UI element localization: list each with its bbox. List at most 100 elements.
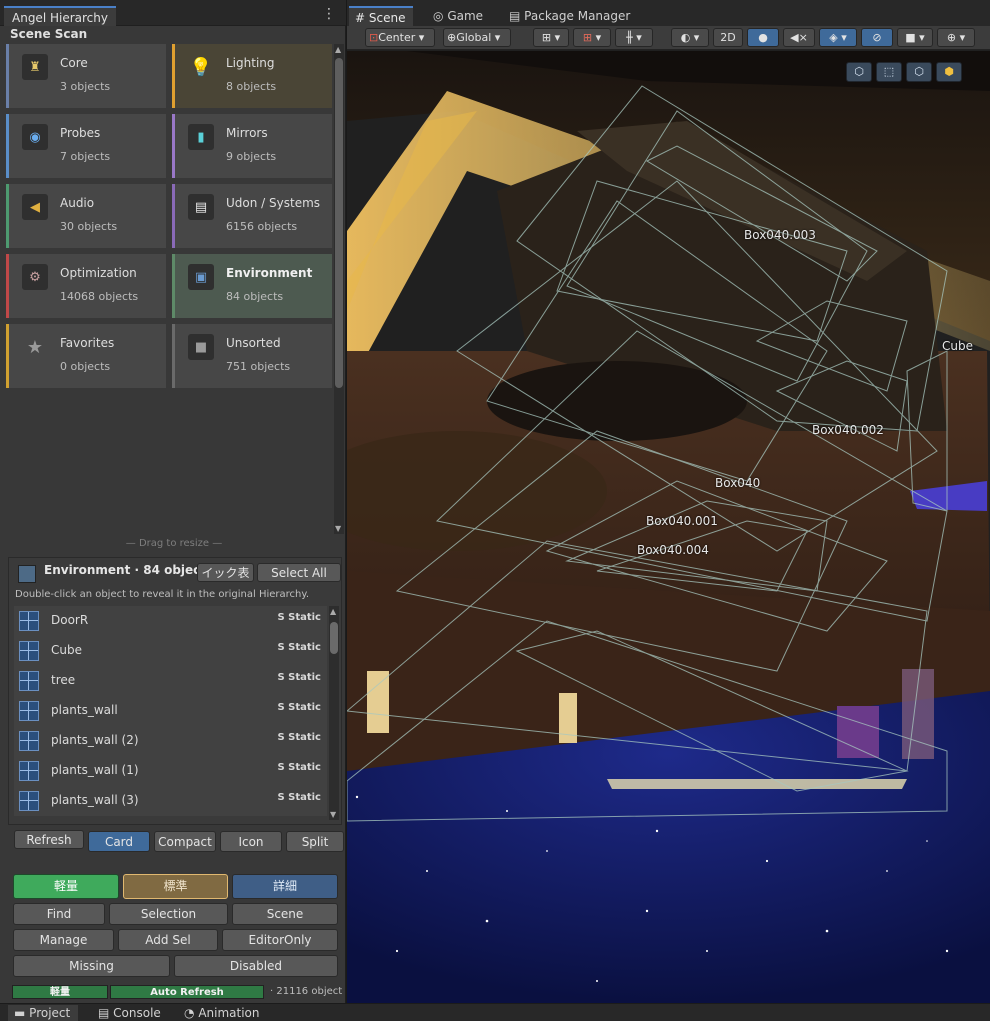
category-card-favorites[interactable]: ★ Favorites 0 objects: [6, 324, 166, 388]
shaded-cube-icon[interactable]: ⬢: [936, 62, 962, 82]
scroll-up-icon[interactable]: ▲: [330, 607, 336, 616]
category-count: 3 objects: [60, 80, 111, 93]
tab-console[interactable]: ▤ Console: [92, 1005, 169, 1021]
scrollbar-thumb[interactable]: [335, 58, 343, 388]
refresh-button[interactable]: Refresh: [14, 830, 84, 849]
scroll-up-icon[interactable]: ▲: [335, 45, 341, 54]
visibility-toggle[interactable]: ⊘: [861, 28, 893, 47]
scroll-down-icon[interactable]: ▼: [330, 810, 336, 819]
tab-label: Game: [447, 9, 484, 23]
space-dropdown[interactable]: ⊕Global ▾: [443, 28, 511, 47]
category-name: Optimization: [60, 266, 137, 280]
category-name: Unsorted: [226, 336, 281, 350]
audio-toggle[interactable]: ◀×: [783, 28, 815, 47]
object-label[interactable]: Cube: [942, 339, 973, 353]
category-card-unsorted[interactable]: ■ Unsorted 751 objects: [172, 324, 332, 388]
object-list-scrollbar[interactable]: ▲ ▼: [329, 606, 339, 820]
lighting-toggle[interactable]: ●: [747, 28, 779, 47]
editor-only-button[interactable]: EditorOnly: [222, 929, 338, 951]
cube-view-icon[interactable]: ⬡: [846, 62, 872, 82]
tab-project[interactable]: ▬ Project: [8, 1005, 79, 1021]
grid-snap-button[interactable]: ⊞ ▾: [533, 28, 569, 47]
tab-angel-hierarchy[interactable]: Angel Hierarchy: [4, 6, 116, 26]
list-item[interactable]: plants_wall S Static: [14, 696, 327, 726]
object-label[interactable]: Box040.004: [637, 543, 709, 557]
pivot-dropdown[interactable]: ⊡Center ▾: [365, 28, 435, 47]
light-mode-button[interactable]: 軽量: [13, 874, 119, 899]
toggle-2d-button[interactable]: 2D: [713, 28, 743, 47]
list-item[interactable]: plants_wall (3) S Static: [14, 786, 327, 816]
disabled-button[interactable]: Disabled: [174, 955, 338, 977]
compact-view-button[interactable]: Compact: [154, 831, 216, 852]
category-count: 30 objects: [60, 220, 118, 233]
category-count: 9 objects: [226, 150, 277, 163]
category-card-lighting[interactable]: 💡 Lighting 8 objects: [172, 44, 332, 108]
clock-icon: ◔: [184, 1006, 195, 1020]
list-item[interactable]: tree S Static: [14, 666, 327, 696]
category-name: Lighting: [226, 56, 275, 70]
standard-mode-button[interactable]: 標準: [123, 874, 228, 899]
list-item[interactable]: plants_wall (1) S Static: [14, 756, 327, 786]
object-name: Cube: [51, 643, 82, 657]
tab-animation[interactable]: ◔ Animation: [178, 1005, 268, 1021]
object-label[interactable]: Box040.001: [646, 514, 718, 528]
environment-icon: ▣: [188, 264, 214, 290]
resize-handle[interactable]: — Drag to resize —: [6, 538, 342, 549]
category-card-core[interactable]: ♜ Core 3 objects: [6, 44, 166, 108]
shading-dropdown[interactable]: ◐ ▾: [671, 28, 709, 47]
object-label[interactable]: Box040: [715, 476, 760, 490]
tab-scene[interactable]: # Scene: [349, 6, 414, 26]
add-selection-button[interactable]: Add Sel: [118, 929, 218, 951]
scroll-down-icon[interactable]: ▼: [335, 524, 341, 533]
more-options-icon[interactable]: ⋮: [322, 6, 336, 22]
effects-dropdown[interactable]: ◈ ▾: [819, 28, 857, 47]
ruler-button[interactable]: ╫ ▾: [615, 28, 653, 47]
tab-label: Scene: [368, 11, 406, 25]
category-count: 0 objects: [60, 360, 111, 373]
grid-icon: #: [355, 11, 366, 25]
auto-refresh-toggle[interactable]: Auto Refresh: [110, 985, 264, 999]
scrollbar-thumb[interactable]: [330, 622, 338, 654]
increment-snap-button[interactable]: ⊞ ▾: [573, 28, 611, 47]
rect-tool-icon[interactable]: ⬚: [876, 62, 902, 82]
object-label[interactable]: Box040.003: [744, 228, 816, 242]
category-card-mirrors[interactable]: ▮ Mirrors 9 objects: [172, 114, 332, 178]
tab-game[interactable]: ◎ Game: [427, 6, 491, 26]
camera-dropdown[interactable]: ■ ▾: [897, 28, 933, 47]
category-card-environment[interactable]: ▣ Environment 84 objects: [172, 254, 332, 318]
gizmos-dropdown[interactable]: ⊕ ▾: [937, 28, 975, 47]
scene-button[interactable]: Scene: [232, 903, 338, 925]
list-item[interactable]: Cube S Static: [14, 636, 327, 666]
icon-view-button[interactable]: Icon: [220, 831, 282, 852]
category-card-audio[interactable]: ◀ Audio 30 objects: [6, 184, 166, 248]
split-view-button[interactable]: Split: [286, 831, 344, 852]
find-button[interactable]: Find: [13, 903, 105, 925]
manage-button[interactable]: Manage: [13, 929, 114, 951]
category-name: Probes: [60, 126, 101, 140]
select-all-button[interactable]: Select All: [257, 563, 341, 582]
view-toggle-button[interactable]: イック表: [197, 563, 254, 582]
missing-button[interactable]: Missing: [13, 955, 170, 977]
object-label[interactable]: Box040.002: [812, 423, 884, 437]
package-icon: ▤: [509, 9, 521, 23]
cards-scrollbar[interactable]: ▲ ▼: [334, 44, 344, 534]
object-list: DoorR S Static Cube S Static tree S Static …: [14, 606, 327, 816]
scene-viewport[interactable]: Box040.003 Cube Box040.002 Box040 Box040…: [347, 51, 990, 1003]
detail-mode-button[interactable]: 詳細: [232, 874, 338, 899]
shading-icon: ◐ ▾: [680, 31, 700, 44]
core-icon: ♜: [22, 54, 48, 80]
category-card-optimization[interactable]: ⚙ Optimization 14068 objects: [6, 254, 166, 318]
card-view-button[interactable]: Card: [88, 831, 150, 852]
category-card-probes[interactable]: ◉ Probes 7 objects: [6, 114, 166, 178]
tab-package-manager[interactable]: ▤ Package Manager: [503, 6, 638, 26]
tab-label: Project: [29, 1006, 71, 1020]
category-card-udon-systems[interactable]: ▤ Udon / Systems 6156 objects: [172, 184, 332, 248]
list-item[interactable]: plants_wall (2) S Static: [14, 726, 327, 756]
tab-label: Console: [113, 1006, 161, 1020]
category-name: Environment: [226, 266, 313, 280]
folder-icon: ▬: [14, 1006, 26, 1020]
selection-button[interactable]: Selection: [109, 903, 228, 925]
box-view-icon[interactable]: ⬡: [906, 62, 932, 82]
grid-object-icon: [19, 731, 39, 751]
list-item[interactable]: DoorR S Static: [14, 606, 327, 636]
